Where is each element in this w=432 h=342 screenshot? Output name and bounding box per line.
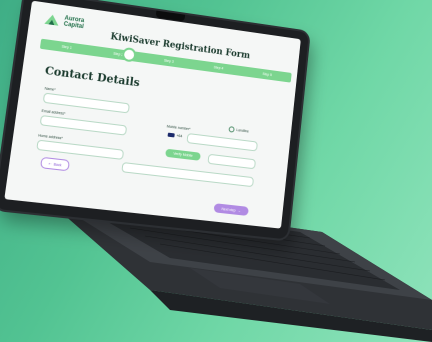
laptop-screen: Aurora Capital KiwiSaver Registration Fo… bbox=[0, 0, 309, 240]
scene: Aurora Capital KiwiSaver Registration Fo… bbox=[0, 0, 432, 342]
nz-flag-icon bbox=[167, 132, 175, 138]
section-title: Contact Details bbox=[44, 63, 141, 90]
landline-label: Landline bbox=[236, 128, 250, 134]
mobile-field[interactable] bbox=[186, 132, 258, 152]
email-field[interactable] bbox=[39, 114, 128, 136]
landline-option[interactable]: Landline bbox=[228, 126, 249, 134]
phone-prefix-text: +64 bbox=[176, 133, 183, 139]
mobile-label: Mobile number* bbox=[166, 124, 191, 132]
brand: Aurora Capital bbox=[43, 13, 85, 31]
next-label: Next step bbox=[221, 206, 236, 213]
step-3[interactable]: Step 3 bbox=[143, 56, 194, 67]
back-button[interactable]: ⇠ Back bbox=[39, 156, 71, 172]
display: Aurora Capital KiwiSaver Registration Fo… bbox=[4, 0, 301, 229]
verification-code-field[interactable] bbox=[207, 153, 257, 170]
arrow-left-icon: ⇠ bbox=[48, 161, 52, 166]
radio-icon bbox=[228, 126, 235, 133]
verify-mobile-button[interactable]: Verify Mobile bbox=[165, 148, 201, 161]
step-2[interactable]: Step 2 bbox=[92, 49, 144, 60]
step-4[interactable]: Step 4 bbox=[194, 63, 244, 74]
brand-text: Aurora Capital bbox=[63, 15, 85, 30]
current-step-indicator bbox=[121, 46, 137, 63]
aurora-logo-icon bbox=[43, 14, 58, 26]
back-label: Back bbox=[53, 161, 62, 167]
next-step-button[interactable]: Next step → bbox=[213, 203, 249, 216]
arrow-right-icon: → bbox=[237, 208, 242, 213]
step-1[interactable]: Step 1 bbox=[40, 42, 93, 53]
step-5[interactable]: Step 5 bbox=[243, 69, 292, 79]
phone-prefix[interactable]: +64 bbox=[167, 132, 183, 139]
name-label: Name* bbox=[44, 86, 56, 92]
